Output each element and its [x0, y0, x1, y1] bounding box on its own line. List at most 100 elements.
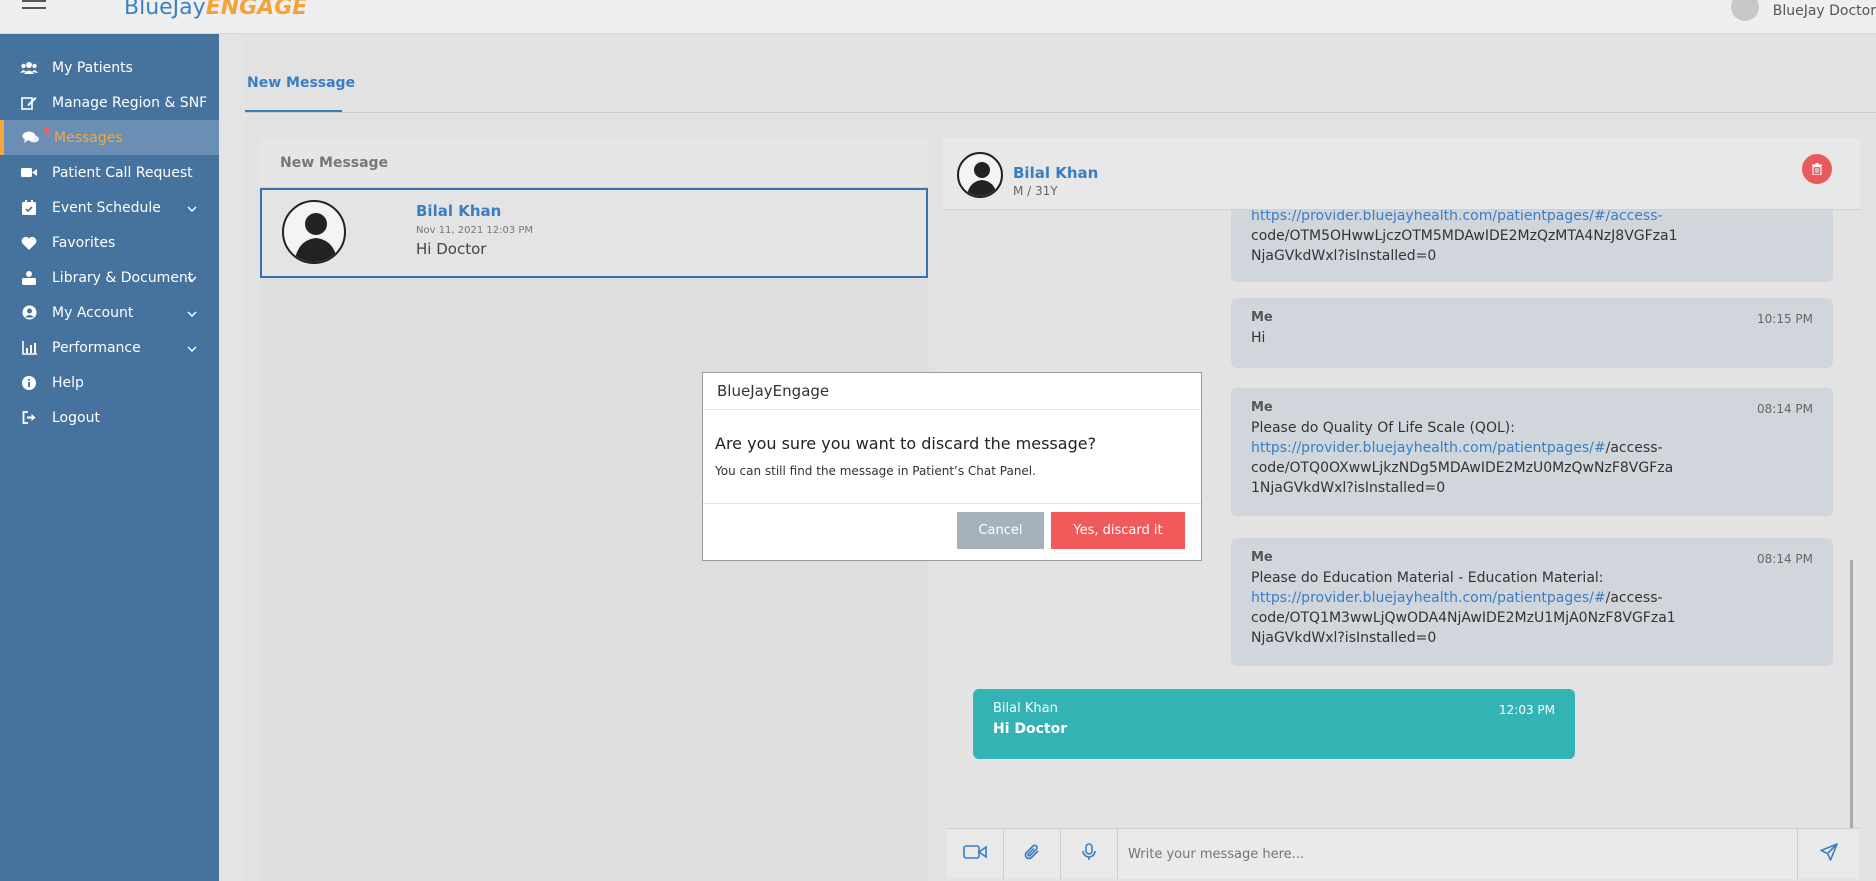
chevron-down-icon: [187, 201, 197, 217]
video-icon: [963, 844, 987, 864]
sidebar-item-patient-call-request[interactable]: Patient Call Request: [0, 155, 219, 190]
message-text: code/OTM5OHwwLjczOTM5MDAwIDE2MzQzMTA4NzJ…: [1251, 228, 1678, 244]
conversation-list-header: New Message: [260, 138, 928, 188]
user-menu[interactable]: BlueJay Doctor: [1730, 0, 1876, 22]
message-time: 08:14 PM: [1757, 552, 1813, 566]
message-text: /access-: [1605, 590, 1663, 606]
brand-logo[interactable]: BlueJayENGAGE: [124, 0, 307, 20]
message-bubble: Me 08:14 PM Please do Education Material…: [1231, 538, 1833, 666]
user-avatar: [1730, 0, 1759, 21]
dialog-question: Are you sure you want to discard the mes…: [715, 434, 1097, 453]
conversation-preview: Hi Doctor: [416, 240, 487, 258]
chat-header: Bilal Khan M / 31Y: [943, 138, 1860, 210]
discard-confirm-dialog: BlueJayEngage Are you sure you want to d…: [702, 372, 1202, 561]
top-bar: BlueJayENGAGE BlueJay Doctor: [0, 0, 1876, 34]
voice-record-button[interactable]: [1061, 829, 1118, 879]
sidebar-item-label: Messages: [54, 129, 123, 146]
sidebar-item-label: My Patients: [52, 59, 133, 76]
sidebar-item-label: Help: [52, 374, 84, 391]
hamburger-menu-icon[interactable]: [22, 0, 46, 16]
message-link[interactable]: https://provider.bluejayhealth.com/patie…: [1251, 590, 1606, 606]
sidebar-item-label: Performance: [52, 339, 141, 356]
logout-icon: [20, 409, 38, 427]
conversation-item[interactable]: Bilal Khan Nov 11, 2021 12:03 PM Hi Doct…: [260, 188, 928, 278]
sidebar-item-logout[interactable]: Logout: [0, 400, 219, 435]
message-text: Please do Quality Of Life Scale (QOL):: [1251, 420, 1515, 436]
cancel-button[interactable]: Cancel: [957, 512, 1044, 549]
chevron-down-icon: [187, 306, 197, 322]
sidebar-item-event-schedule[interactable]: Event Schedule: [0, 190, 219, 225]
logo-text-engage: ENGAGE: [205, 0, 308, 20]
message-text: Please do Education Material - Education…: [1251, 570, 1604, 586]
tab-divider: [245, 112, 1876, 113]
paperclip-icon: [1023, 843, 1041, 865]
info-icon: [20, 374, 38, 392]
trash-icon: [1812, 160, 1822, 179]
message-bubble: Me 10:15 PM Hi: [1231, 298, 1833, 368]
chat-patient-name[interactable]: Bilal Khan: [1013, 164, 1098, 182]
message-text: code/OTQ0OXwwLjkzNDg5MDAwIDE2MzU0MzQwNzF…: [1251, 460, 1674, 476]
heart-icon: [20, 234, 38, 252]
sidebar-item-label: Library & Document: [52, 269, 194, 286]
message-link[interactable]: https://provider.bluejayhealth.com/patie…: [1251, 440, 1606, 456]
conversation-date: Nov 11, 2021 12:03 PM: [416, 225, 534, 236]
message-text: Hi Doctor: [993, 721, 1068, 737]
logo-text-bluejay: BlueJay: [124, 0, 206, 20]
sidebar-item-label: Event Schedule: [52, 199, 161, 216]
message-composer: [947, 828, 1859, 879]
message-link[interactable]: https://provider.bluejayhealth.com/patie…: [1251, 210, 1813, 226]
message-text: Hi: [1251, 330, 1266, 346]
sidebar-item-label: Favorites: [52, 234, 116, 251]
message-text: code/OTQ1M3wwLjQwODA4NjAwIDE2MzU1MjA0NzF…: [1251, 610, 1676, 626]
sidebar-item-favorites[interactable]: Favorites: [0, 225, 219, 260]
sidebar-item-messages[interactable]: Messages: [0, 120, 219, 155]
message-text: NjaGVkdWxl?isInstalled=0: [1251, 248, 1437, 264]
chat-scrollbar[interactable]: [1850, 560, 1853, 828]
chevron-down-icon: [187, 341, 197, 357]
message-sender: Bilal Khan: [993, 701, 1058, 716]
sidebar-item-manage-region[interactable]: Manage Region & SNF: [0, 85, 219, 120]
attach-file-button[interactable]: [1004, 829, 1061, 879]
chat-patient-meta: M / 31Y: [1013, 184, 1058, 198]
message-input[interactable]: [1118, 829, 1797, 879]
chevron-down-icon: [187, 271, 197, 287]
account-icon: [20, 304, 38, 322]
video-icon: [20, 164, 38, 182]
message-bubble: Me 08:14 PM Please do Quality Of Life Sc…: [1231, 388, 1833, 516]
sidebar-item-performance[interactable]: Performance: [0, 330, 219, 365]
sidebar-item-library-document[interactable]: Library & Document: [0, 260, 219, 295]
sidebar: My Patients Manage Region & SNF Messages…: [0, 34, 219, 881]
dialog-divider: [703, 503, 1201, 504]
microphone-icon: [1082, 843, 1096, 865]
patient-avatar: [282, 200, 346, 264]
delete-conversation-button[interactable]: [1802, 154, 1832, 184]
edit-icon: [20, 94, 38, 112]
sidebar-item-my-patients[interactable]: My Patients: [0, 50, 219, 85]
message-bubble: https://provider.bluejayhealth.com/patie…: [1231, 210, 1833, 282]
patient-message-bubble: Bilal Khan 12:03 PM Hi Doctor: [973, 689, 1575, 759]
dialog-subtext: You can still find the message in Patien…: [715, 464, 1036, 478]
confirm-discard-button[interactable]: Yes, discard it: [1051, 512, 1185, 549]
chart-icon: [20, 339, 38, 357]
conversation-name: Bilal Khan: [416, 202, 502, 220]
sidebar-item-label: Logout: [52, 409, 100, 426]
library-icon: [20, 269, 38, 287]
unread-badge: [44, 128, 50, 134]
sidebar-item-label: My Account: [52, 304, 134, 321]
message-text: NjaGVkdWxl?isInstalled=0: [1251, 630, 1437, 646]
user-name: BlueJay Doctor: [1772, 3, 1876, 19]
users-icon: [20, 59, 38, 77]
send-icon: [1819, 843, 1838, 865]
tab-new-message[interactable]: New Message: [247, 75, 355, 91]
sidebar-item-help[interactable]: Help: [0, 365, 219, 400]
video-call-button[interactable]: [947, 829, 1004, 879]
sidebar-item-label: Patient Call Request: [52, 164, 193, 181]
message-sender: Me: [1251, 400, 1273, 415]
message-time: 08:14 PM: [1757, 402, 1813, 416]
sidebar-item-label: Manage Region & SNF: [52, 94, 208, 111]
message-time: 10:15 PM: [1757, 312, 1813, 326]
send-button[interactable]: [1797, 829, 1859, 879]
sidebar-item-my-account[interactable]: My Account: [0, 295, 219, 330]
message-time: 12:03 PM: [1499, 703, 1555, 717]
message-sender: Me: [1251, 550, 1273, 565]
